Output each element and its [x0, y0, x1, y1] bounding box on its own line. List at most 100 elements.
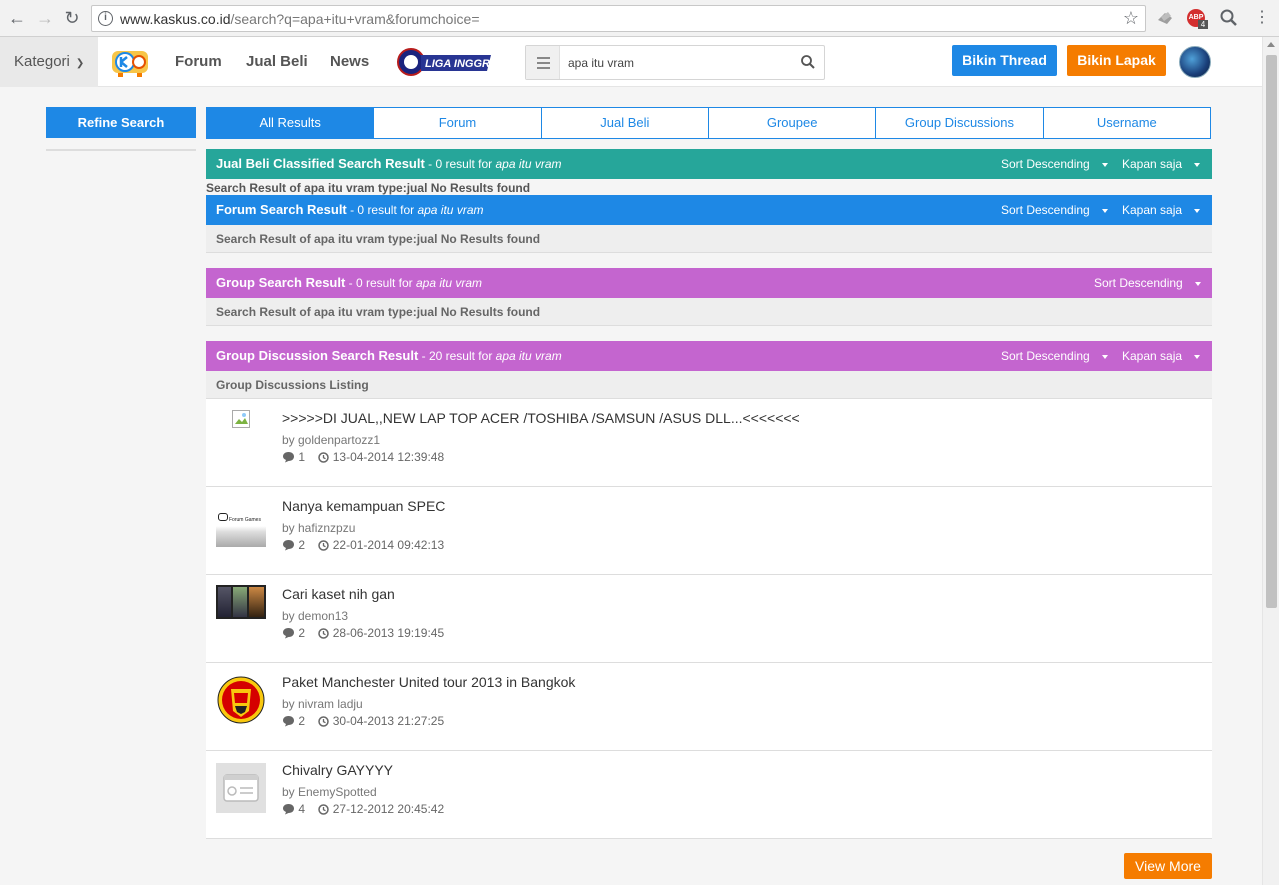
- browser-toolbar: ← → ↻ i www.kaskus.co.id/search?q=apa+it…: [0, 0, 1279, 37]
- clock-icon: [318, 540, 330, 551]
- discussion-date: 30-04-2013 21:27:25: [332, 714, 445, 728]
- nav-forum[interactable]: Forum: [175, 37, 222, 87]
- nav-jual-beli[interactable]: Jual Beli: [246, 37, 308, 87]
- kategori-dropdown[interactable]: Kategori ❯: [0, 37, 98, 87]
- section-title: Group Search Result: [216, 275, 346, 290]
- tab-all-results[interactable]: All Results: [207, 108, 375, 138]
- discussion-meta: 1 13-04-2014 12:39:48: [282, 450, 444, 464]
- address-bar[interactable]: i www.kaskus.co.id/search?q=apa+itu+vram…: [91, 5, 1146, 32]
- bikin-thread-button[interactable]: Bikin Thread: [952, 45, 1057, 76]
- broken-image-icon: [232, 410, 250, 428]
- discussion-title[interactable]: Paket Manchester United tour 2013 in Ban…: [282, 674, 575, 690]
- section-title: Jual Beli Classified Search Result: [216, 156, 425, 171]
- sort-dropdown[interactable]: Sort Descending: [1001, 149, 1108, 179]
- reload-icon[interactable]: ↻: [62, 8, 82, 28]
- thumbnail: [216, 585, 266, 619]
- discussion-title[interactable]: >>>>>DI JUAL,,NEW LAP TOP ACER /TOSHIBA …: [282, 410, 800, 426]
- tab-forum[interactable]: Forum: [374, 108, 542, 138]
- comment-icon: [283, 452, 294, 463]
- refine-search-button[interactable]: Refine Search: [46, 107, 196, 138]
- scroll-up-icon[interactable]: [1267, 42, 1275, 47]
- time-label: Kapan saja: [1122, 157, 1183, 171]
- discussion-date: 28-06-2013 19:19:45: [332, 626, 445, 640]
- tab-group-discussions[interactable]: Group Discussions: [876, 108, 1044, 138]
- result-query: apa itu vram: [417, 203, 484, 217]
- section-title: Group Discussion Search Result: [216, 348, 419, 363]
- discussion-meta: 2 30-04-2013 21:27:25: [282, 714, 444, 728]
- bookmark-star-icon[interactable]: ☆: [1123, 8, 1139, 29]
- avatar[interactable]: [1179, 46, 1211, 78]
- jualbeli-no-results: Search Result of apa itu vram type:jual …: [206, 181, 531, 195]
- manchester-united-crest: [217, 676, 265, 724]
- discussion-meta: 4 27-12-2012 20:45:42: [282, 802, 444, 816]
- discussion-title[interactable]: Nanya kemampuan SPEC: [282, 498, 445, 514]
- chevron-down-icon: ❯: [75, 58, 85, 69]
- kaskus-logo[interactable]: [110, 46, 150, 78]
- clock-icon: [318, 628, 330, 639]
- url-text: www.kaskus.co.id/search?q=apa+itu+vram&f…: [120, 11, 480, 27]
- sort-label: Sort Descending: [1001, 157, 1090, 171]
- site-header: Kategori ❯ Forum Jual Beli News LIGA INGG…: [0, 37, 1262, 87]
- browser-menu-icon[interactable]: ⋮: [1252, 8, 1272, 28]
- discussion-date: 13-04-2014 12:39:48: [332, 450, 445, 464]
- scrollbar-thumb[interactable]: [1266, 55, 1277, 608]
- list-item[interactable]: Chivalry GAYYYY by EnemySpotted 4 27-12-…: [206, 751, 1212, 839]
- url-path: /search?q=apa+itu+vram&forumchoice=: [230, 11, 480, 27]
- discussion-title[interactable]: Chivalry GAYYYY: [282, 762, 393, 778]
- discussion-author[interactable]: by EnemySpotted: [282, 785, 377, 799]
- result-count: - 0 result for: [424, 157, 496, 171]
- list-item[interactable]: Cari kaset nih gan by demon13 2 28-06-20…: [206, 575, 1212, 663]
- thumbnail: Forum Games: [216, 509, 266, 547]
- search-menu-icon[interactable]: [526, 46, 560, 79]
- caret-down-icon: [1194, 162, 1201, 167]
- sort-label: Sort Descending: [1001, 349, 1090, 363]
- time-label: Kapan saja: [1122, 203, 1183, 217]
- section-title: Forum Search Result: [216, 202, 347, 217]
- sort-dropdown[interactable]: Sort Descending: [1001, 195, 1108, 225]
- discussion-author[interactable]: by hafiznzpzu: [282, 521, 355, 535]
- search-extension-icon[interactable]: [1219, 8, 1239, 28]
- liga-inggris-logo[interactable]: LIGA INGGRIS: [397, 46, 493, 78]
- info-icon[interactable]: i: [98, 11, 113, 26]
- list-item[interactable]: Forum Games Nanya kemampuan SPEC by hafi…: [206, 487, 1212, 575]
- forward-icon[interactable]: →: [35, 8, 55, 28]
- comment-icon: [283, 716, 294, 727]
- back-icon[interactable]: ←: [7, 8, 27, 28]
- time-dropdown[interactable]: Kapan saja: [1122, 195, 1201, 225]
- adblock-icon[interactable]: ABP 4: [1187, 8, 1208, 29]
- list-item[interactable]: >>>>>DI JUAL,,NEW LAP TOP ACER /TOSHIBA …: [206, 399, 1212, 487]
- scrollbar[interactable]: [1262, 37, 1279, 885]
- discussion-meta: 2 22-01-2014 09:42:13: [282, 538, 444, 552]
- discussion-author[interactable]: by goldenpartozz1: [282, 433, 380, 447]
- result-query: apa itu vram: [495, 157, 562, 171]
- caret-down-icon: [1194, 208, 1201, 213]
- group-result-header: Group Search Result - 0 result for apa i…: [206, 268, 1212, 298]
- view-more-button[interactable]: View More: [1124, 853, 1212, 879]
- divider: [46, 149, 196, 151]
- comment-icon: [283, 540, 294, 551]
- forum-result-header: Forum Search Result - 0 result for apa i…: [206, 195, 1212, 225]
- discussion-author[interactable]: by demon13: [282, 609, 348, 623]
- search-icon[interactable]: [800, 54, 816, 70]
- discussion-title[interactable]: Cari kaset nih gan: [282, 586, 395, 602]
- discussion-listing-label: Group Discussions Listing: [206, 371, 1212, 399]
- sort-dropdown[interactable]: Sort Descending: [1001, 341, 1108, 371]
- bikin-lapak-button[interactable]: Bikin Lapak: [1067, 45, 1166, 76]
- clock-icon: [318, 716, 330, 727]
- time-dropdown[interactable]: Kapan saja: [1122, 341, 1201, 371]
- nav-news[interactable]: News: [330, 37, 369, 87]
- search-input[interactable]: [568, 54, 788, 72]
- jualbeli-result-header: Jual Beli Classified Search Result - 0 r…: [206, 149, 1212, 179]
- list-item[interactable]: Paket Manchester United tour 2013 in Ban…: [206, 663, 1212, 751]
- caret-down-icon: [1101, 354, 1108, 359]
- time-dropdown[interactable]: Kapan saja: [1122, 149, 1201, 179]
- tab-groupee[interactable]: Groupee: [709, 108, 877, 138]
- discussion-author[interactable]: by nivram ladju: [282, 697, 363, 711]
- kategori-label: Kategori: [14, 53, 70, 70]
- group-no-results: Search Result of apa itu vram type:jual …: [206, 298, 1212, 326]
- sort-dropdown[interactable]: Sort Descending: [1094, 268, 1201, 298]
- tab-username[interactable]: Username: [1044, 108, 1210, 138]
- discussion-meta: 2 28-06-2013 19:19:45: [282, 626, 444, 640]
- extension-icon[interactable]: [1155, 8, 1175, 28]
- tab-jual-beli[interactable]: Jual Beli: [542, 108, 709, 138]
